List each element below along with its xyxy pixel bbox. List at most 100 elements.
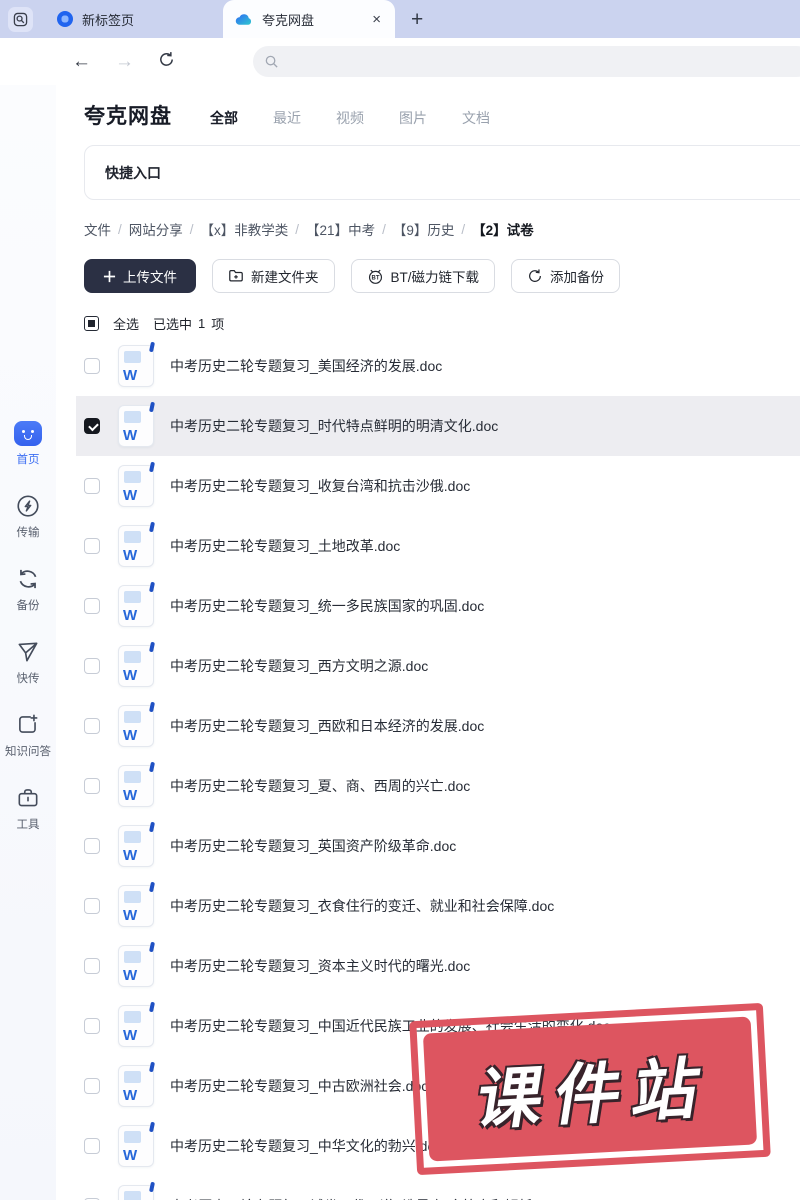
select-all-label[interactable]: 全选	[113, 314, 139, 333]
file-name[interactable]: 中考历史二轮专题复习_收复台湾和抗击沙俄.doc	[170, 476, 470, 496]
file-name[interactable]: 中考历史二轮专题复习_中古欧洲社会.doc	[170, 1076, 428, 1096]
file-checkbox[interactable]	[84, 718, 100, 734]
file-checkbox-checked[interactable]	[84, 418, 100, 434]
add-backup-button[interactable]: 添加备份	[511, 259, 621, 293]
file-checkbox[interactable]	[84, 1138, 100, 1154]
file-name[interactable]: 中考历史二轮专题复习_中华文化的勃兴.doc	[170, 1136, 442, 1156]
file-checkbox[interactable]	[84, 958, 100, 974]
breadcrumb-item[interactable]: 【x】非教学类	[201, 219, 289, 239]
breadcrumb-item[interactable]: 【9】历史	[393, 219, 455, 239]
toolbox-icon	[18, 789, 38, 807]
back-icon[interactable]: ←	[72, 52, 91, 71]
sidebar-item-quick-send[interactable]: 快传	[15, 639, 41, 686]
file-checkbox[interactable]	[84, 1078, 100, 1094]
bt-magnet-download-button[interactable]: BT BT/磁力链下载	[350, 259, 496, 293]
refresh-icon[interactable]	[158, 51, 175, 72]
file-checkbox[interactable]	[84, 658, 100, 674]
file-row[interactable]: W 中考历史二轮专题复习_西方文明之源.doc	[76, 636, 800, 696]
file-row[interactable]: W 中考历史二轮专题复习_时代特点鲜明的明清文化.doc	[76, 396, 800, 456]
file-checkbox[interactable]	[84, 538, 100, 554]
browser-toolbar: ← →	[0, 38, 800, 85]
browser-tab-quark[interactable]: 夸克网盘 ×	[223, 0, 395, 38]
word-doc-icon: W	[118, 1121, 155, 1167]
file-row[interactable]: W 中考历史二轮专题复习_收复台湾和抗击沙俄.doc	[76, 456, 800, 516]
word-doc-icon: W	[118, 761, 155, 807]
breadcrumb-item[interactable]: 【21】中考	[306, 219, 375, 239]
file-row[interactable]: W 中考历史二轮专题复习_衣食住行的变迁、就业和社会保障.doc	[76, 876, 800, 936]
file-name[interactable]: 中考历史二轮专题复习_统一多民族国家的巩固.doc	[170, 596, 484, 616]
file-row[interactable]: W 中考历史二轮专题复习_英国资产阶级革命.doc	[76, 816, 800, 876]
close-tab-icon[interactable]: ×	[370, 11, 383, 28]
word-doc-icon: W	[118, 521, 155, 567]
sidebar-item-tools[interactable]: 工具	[15, 785, 41, 832]
file-checkbox[interactable]	[84, 1018, 100, 1034]
browser-tab-strip: 新标签页 夸克网盘 × +	[0, 0, 800, 38]
file-name[interactable]: 中考历史二轮专题复习_土地改革.doc	[170, 536, 400, 556]
word-doc-icon: W	[118, 821, 155, 867]
circular-arrow-icon	[529, 269, 541, 282]
file-checkbox[interactable]	[84, 358, 100, 374]
file-name[interactable]: 中考历史二轮专题复习_西欧和日本经济的发展.doc	[170, 716, 484, 736]
word-doc-icon: W	[118, 1061, 155, 1107]
search-icon	[265, 55, 278, 68]
file-row[interactable]: W 中考历史二轮专题复习试卷：伐无道_诛暴秦(含答案和解析).doc	[76, 1176, 800, 1200]
file-name[interactable]: 中考历史二轮专题复习_夏、商、西周的兴亡.doc	[170, 776, 470, 796]
sidebar-item-knowledge-qa[interactable]: 知识问答	[5, 712, 51, 759]
file-checkbox[interactable]	[84, 898, 100, 914]
home-smile-icon	[14, 421, 42, 446]
word-doc-icon: W	[118, 701, 155, 747]
sidebar-item-home[interactable]: 首页	[14, 421, 42, 467]
watermark-stamp: 课件站	[409, 1002, 771, 1176]
browser-tab-newtab[interactable]: 新标签页	[45, 0, 195, 38]
file-row[interactable]: W 中考历史二轮专题复习_土地改革.doc	[76, 516, 800, 576]
tab-document[interactable]: 文档	[462, 108, 490, 128]
word-doc-icon: W	[118, 1181, 155, 1200]
stamp-text: 课件站	[471, 1050, 717, 1138]
sidebar-item-backup[interactable]: 备份	[15, 566, 41, 613]
file-name[interactable]: 中考历史二轮专题复习_英国资产阶级革命.doc	[170, 836, 456, 856]
tab-recent[interactable]: 最近	[273, 108, 301, 128]
plus-icon	[103, 270, 116, 282]
file-checkbox[interactable]	[84, 598, 100, 614]
file-row[interactable]: W 中考历史二轮专题复习_西欧和日本经济的发展.doc	[76, 696, 800, 756]
stamp-body: 课件站	[422, 1016, 758, 1162]
select-all-checkbox[interactable]	[84, 316, 99, 331]
word-doc-icon: W	[118, 581, 155, 627]
upload-file-button[interactable]: 上传文件	[84, 259, 196, 293]
folder-plus-icon	[229, 270, 243, 282]
quick-entry-title: 快捷入口	[105, 164, 161, 181]
tab-image[interactable]: 图片	[399, 108, 427, 128]
breadcrumb-item[interactable]: 网站分享	[129, 219, 183, 239]
file-row[interactable]: W 中考历史二轮专题复习_美国经济的发展.doc	[76, 336, 800, 396]
tab-search-button[interactable]	[8, 6, 33, 32]
filter-tabs: 全部 最近 视频 图片 文档	[210, 108, 490, 128]
tab-all[interactable]: 全部	[210, 108, 238, 128]
sidebar-item-transfer[interactable]: 传输	[15, 493, 41, 540]
file-name[interactable]: 中考历史二轮专题复习_衣食住行的变迁、就业和社会保障.doc	[170, 896, 554, 916]
word-doc-icon: W	[118, 461, 155, 507]
tab-title: 新标签页	[82, 12, 135, 28]
file-row[interactable]: W 中考历史二轮专题复习_统一多民族国家的巩固.doc	[76, 576, 800, 636]
file-name[interactable]: 中考历史二轮专题复习_时代特点鲜明的明清文化.doc	[170, 416, 498, 436]
word-doc-icon: W	[118, 1001, 155, 1047]
file-row[interactable]: W 中考历史二轮专题复习_夏、商、西周的兴亡.doc	[76, 756, 800, 816]
word-doc-icon: W	[118, 881, 155, 927]
new-folder-button[interactable]: 新建文件夹	[212, 259, 335, 293]
file-checkbox[interactable]	[84, 778, 100, 794]
address-search-bar[interactable]	[253, 46, 800, 77]
file-checkbox[interactable]	[84, 478, 100, 494]
file-name[interactable]: 中考历史二轮专题复习_西方文明之源.doc	[170, 656, 428, 676]
word-doc-icon: W	[118, 341, 155, 387]
new-tab-button[interactable]: +	[411, 9, 423, 30]
file-name[interactable]: 中考历史二轮专题复习_美国经济的发展.doc	[170, 356, 442, 376]
file-name[interactable]: 中考历史二轮专题复习试卷：伐无道_诛暴秦(含答案和解析).doc	[170, 1196, 564, 1200]
tab-video[interactable]: 视频	[336, 108, 364, 128]
breadcrumb-item[interactable]: 文件	[84, 219, 111, 239]
word-doc-icon: W	[118, 401, 155, 447]
word-doc-icon: W	[118, 941, 155, 987]
file-row[interactable]: W 中考历史二轮专题复习_资本主义时代的曙光.doc	[76, 936, 800, 996]
tab-search-icon	[13, 12, 28, 26]
file-name[interactable]: 中考历史二轮专题复习_资本主义时代的曙光.doc	[170, 956, 470, 976]
file-checkbox[interactable]	[84, 838, 100, 854]
quick-entry-card[interactable]: 快捷入口	[84, 145, 800, 200]
